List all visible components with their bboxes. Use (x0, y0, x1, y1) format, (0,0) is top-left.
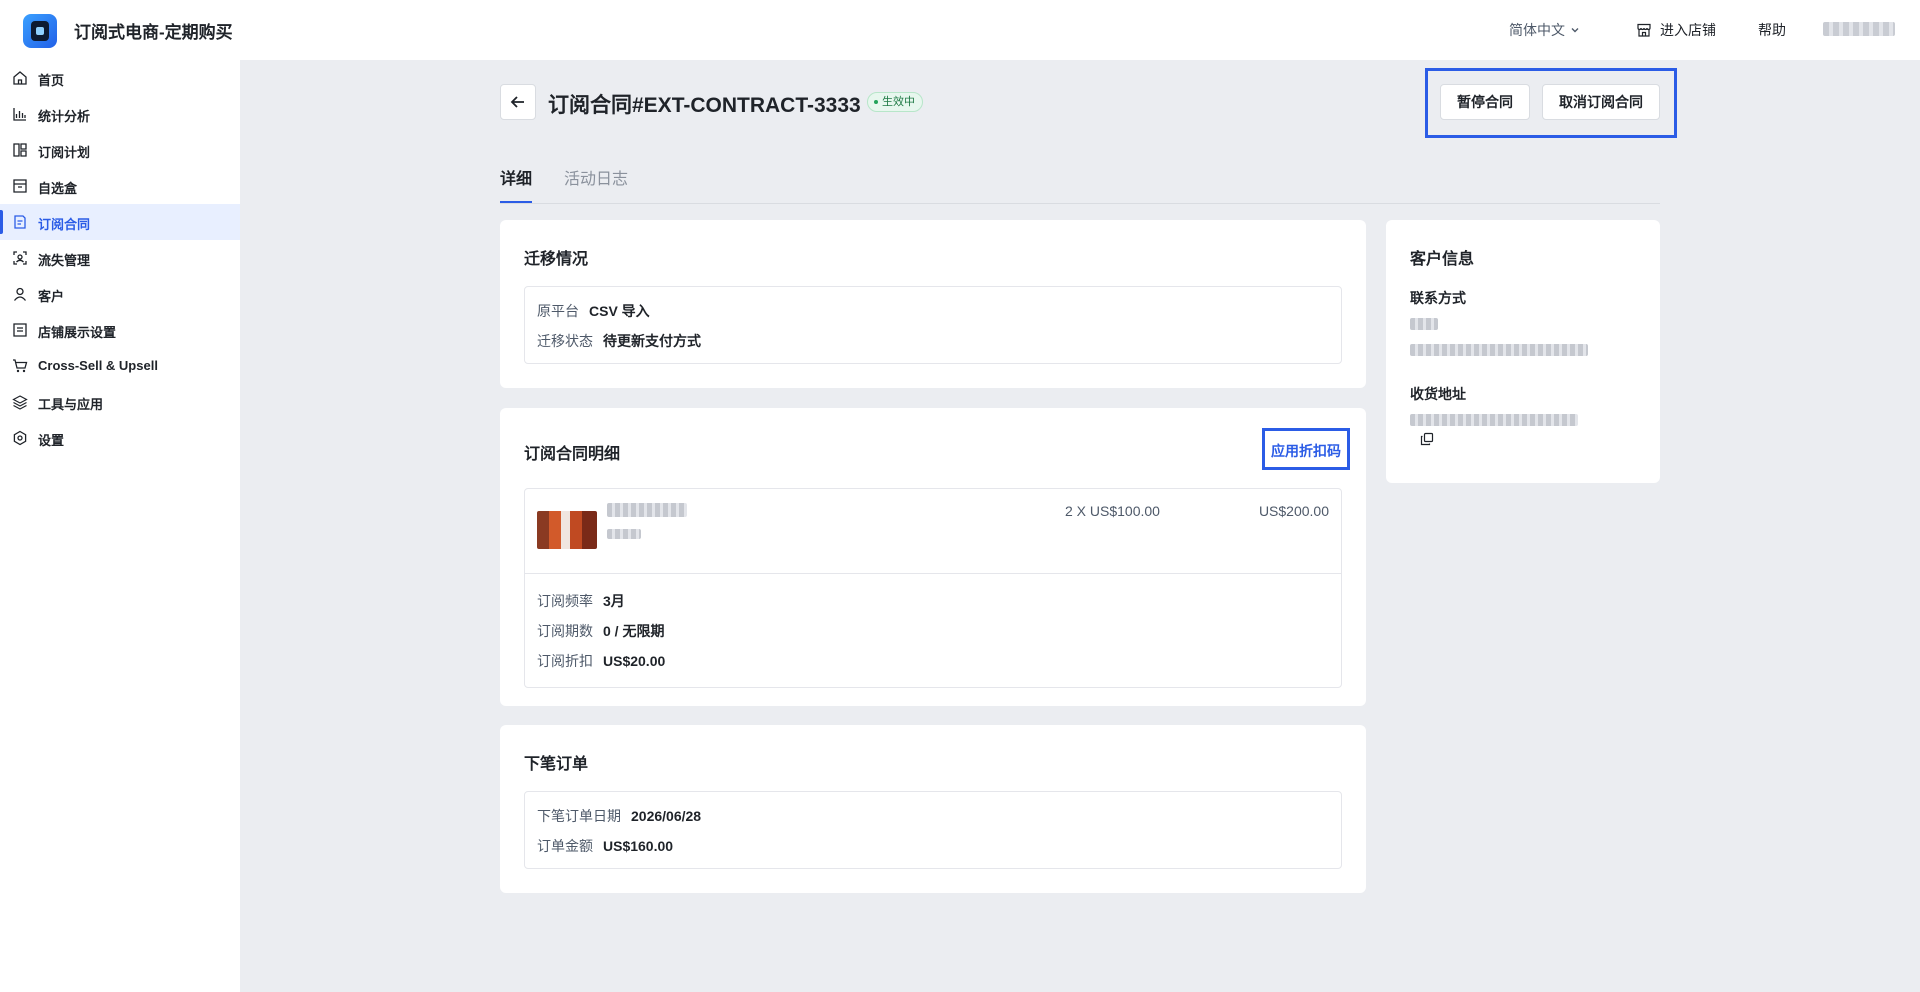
migration-status-label: 迁移状态 (537, 333, 593, 349)
frequency-row: 订阅频率 3月 (537, 591, 625, 611)
sidebar: 首页 统计分析 订阅计划 自选盒 订阅合同 流失管理 客户 店铺展示设置 Cro… (0, 60, 240, 992)
sidebar-item-cross-sell[interactable]: Cross-Sell & Upsell (0, 348, 240, 384)
help-link[interactable]: 帮助 (1758, 20, 1786, 40)
user-account[interactable] (1823, 22, 1895, 36)
enter-store-link[interactable]: 进入店铺 (1636, 20, 1716, 40)
app-logo (23, 14, 57, 48)
copy-icon[interactable] (1420, 432, 1434, 446)
layers-icon (12, 395, 28, 410)
platform-row: 原平台 CSV 导入 (537, 301, 650, 321)
sidebar-item-plans[interactable]: 订阅计划 (0, 132, 240, 168)
store-icon (1637, 23, 1651, 37)
order-amount-row: 订单金额 US$160.00 (537, 836, 673, 856)
status-badge: 生效中 (867, 92, 923, 112)
migration-info: 原平台 CSV 导入 迁移状态 待更新支付方式 (524, 286, 1342, 364)
contact-label: 联系方式 (1410, 290, 1466, 306)
order-amount-value: US$160.00 (603, 838, 674, 854)
cart-icon (13, 359, 28, 373)
tab-bar: 详细 活动日志 (500, 160, 1660, 204)
next-order-info: 下笔订单日期 2026/06/28 订单金额 US$160.00 (524, 791, 1342, 869)
sidebar-item-label: 客户 (38, 289, 65, 304)
frequency-label: 订阅频率 (537, 593, 593, 609)
migration-title: 迁移情况 (524, 251, 589, 268)
cycles-label: 订阅期数 (537, 623, 593, 639)
sidebar-item-label: 设置 (38, 433, 65, 448)
contract-detail-card: 订阅合同明细 2 X US$100.00 US$200.00 订阅频率 3月 订阅… (500, 408, 1366, 706)
box-icon (13, 179, 27, 193)
contract-icon (14, 215, 26, 229)
migration-status-value: 待更新支付方式 (603, 333, 701, 349)
sidebar-item-custom-box[interactable]: 自选盒 (0, 168, 240, 204)
customer-name (1410, 318, 1438, 330)
cycles-row: 订阅期数 0 / 无限期 (537, 621, 664, 641)
language-selector[interactable]: 简体中文 (1509, 20, 1580, 40)
migration-status-row: 迁移状态 待更新支付方式 (537, 331, 701, 351)
back-button[interactable] (500, 84, 536, 120)
home-icon (13, 71, 27, 85)
sidebar-item-label: 工具与应用 (38, 397, 104, 412)
platform-label: 原平台 (537, 303, 579, 319)
address-label: 收货地址 (1410, 386, 1466, 402)
product-thumbnail (537, 511, 597, 549)
chart-icon (13, 108, 26, 121)
sidebar-item-customers[interactable]: 客户 (0, 276, 240, 312)
tab-activity-log[interactable]: 活动日志 (564, 165, 628, 189)
sidebar-item-label: Cross-Sell & Upsell (38, 358, 158, 373)
migration-card: 迁移情况 原平台 CSV 导入 迁移状态 待更新支付方式 (500, 220, 1366, 388)
sidebar-item-label: 自选盒 (38, 181, 78, 196)
cycles-value: 0 / 无限期 (603, 623, 665, 639)
sidebar-item-home[interactable]: 首页 (0, 60, 240, 96)
next-order-date-row: 下笔订单日期 2026/06/28 (537, 806, 701, 826)
user-icon (13, 287, 27, 301)
sidebar-item-label: 流失管理 (38, 253, 91, 268)
chevron-down-icon (1571, 28, 1579, 33)
arrow-left-icon (510, 96, 524, 108)
sidebar-item-store-display[interactable]: 店铺展示设置 (0, 312, 240, 348)
customer-email (1410, 344, 1588, 356)
app-title: 订阅式电商-定期购买 (74, 23, 233, 42)
pause-contract-button[interactable]: 暂停合同 (1440, 84, 1530, 120)
top-bar: 订阅式电商-定期购买 简体中文 进入店铺 帮助 (0, 0, 1920, 60)
next-order-card: 下笔订单 下笔订单日期 2026/06/28 订单金额 US$160.00 (500, 725, 1366, 893)
product-name (607, 503, 687, 517)
sidebar-item-label: 店铺展示设置 (38, 325, 117, 340)
cancel-contract-button[interactable]: 取消订阅合同 (1542, 84, 1660, 120)
next-order-title: 下笔订单 (524, 756, 589, 773)
settings-icon (13, 430, 27, 446)
tab-detail[interactable]: 详细 (500, 165, 533, 203)
sidebar-item-label: 统计分析 (38, 109, 91, 124)
apply-discount-link[interactable]: 应用折扣码 (1271, 441, 1341, 461)
divider (525, 573, 1341, 574)
contract-detail-title: 订阅合同明细 (524, 446, 621, 463)
language-label: 简体中文 (1509, 22, 1565, 38)
sidebar-item-label: 订阅合同 (38, 217, 91, 232)
discount-label: 订阅折扣 (537, 653, 593, 669)
customer-title: 客户信息 (1410, 251, 1475, 268)
discount-row: 订阅折扣 US$20.00 (537, 651, 665, 671)
discount-value: US$20.00 (603, 653, 666, 669)
sidebar-item-tools[interactable]: 工具与应用 (0, 384, 240, 420)
platform-value: CSV 导入 (589, 303, 650, 319)
sidebar-item-label: 首页 (38, 73, 65, 88)
sidebar-item-contracts[interactable]: 订阅合同 (0, 204, 240, 240)
churn-icon (13, 251, 27, 265)
sidebar-item-churn[interactable]: 流失管理 (0, 240, 240, 276)
next-order-date-value: 2026/06/28 (631, 808, 702, 824)
page-title: 订阅合同#EXT-CONTRACT-3333 (548, 94, 861, 117)
order-amount-label: 订单金额 (537, 838, 593, 854)
line-total: US$200.00 (1258, 503, 1329, 519)
product-variant (607, 529, 641, 539)
next-order-date-label: 下笔订单日期 (537, 808, 621, 824)
line-quantity-price: 2 X US$100.00 (1065, 503, 1160, 519)
line-item-box: 2 X US$100.00 US$200.00 订阅频率 3月 订阅期数 0 / 无… (524, 488, 1342, 688)
frequency-value: 3月 (603, 593, 625, 609)
display-icon (13, 323, 27, 337)
sidebar-item-settings[interactable]: 设置 (0, 420, 240, 456)
sidebar-item-label: 订阅计划 (38, 145, 91, 160)
customer-card: 客户信息 联系方式 收货地址 (1386, 220, 1660, 483)
customer-address (1410, 414, 1578, 426)
sidebar-item-analytics[interactable]: 统计分析 (0, 96, 240, 132)
enter-store-label: 进入店铺 (1660, 22, 1716, 38)
plan-icon (13, 143, 27, 157)
